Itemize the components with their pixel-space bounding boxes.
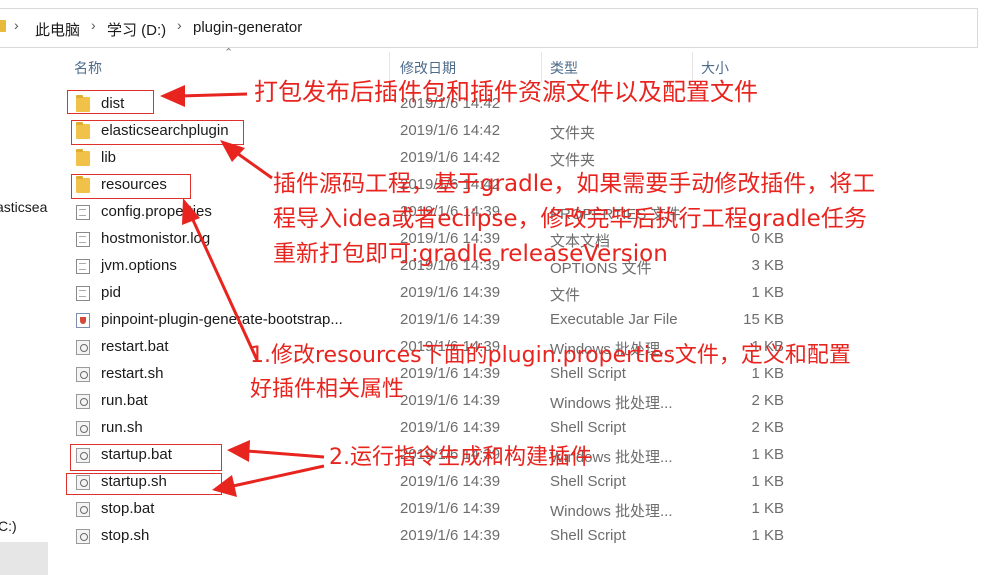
arrow-head-dist xyxy=(160,85,185,107)
annotation-step1-line-1: 1.修改resources下面的plugin.properties文件，定义和配… xyxy=(250,343,851,368)
annotation-plugin-line-2: 程导入idea或者eclipse，修改完毕后执行工程gradle任务 xyxy=(273,206,867,232)
arrow-head-startup-bat xyxy=(227,440,250,462)
arrow-head-elasticsearchplugin xyxy=(220,140,245,162)
arrow-head-resources xyxy=(182,198,200,225)
annotation-step2: 2.运行指令生成和构建插件 xyxy=(329,445,592,470)
arrow-to-startup-bat xyxy=(246,449,325,459)
annotation-plugin-line-1: 插件源码工程，基于gradle，如果需要手动修改插件，将工 xyxy=(273,171,876,197)
annotation-dist: 打包发布后插件包和插件资源文件以及配置文件 xyxy=(254,78,758,106)
arrow-to-elasticsearchplugin xyxy=(233,149,273,180)
arrow-to-dist xyxy=(179,92,248,98)
arrow-head-startup-sh xyxy=(212,475,237,497)
arrow-to-startup-sh xyxy=(232,464,325,488)
annotation-plugin-line-3: 重新打包即可:gradle releaseVersion xyxy=(273,241,668,267)
arrow-to-resources xyxy=(191,219,259,361)
annotation-step1-line-2: 好插件相关属性 xyxy=(250,377,405,402)
